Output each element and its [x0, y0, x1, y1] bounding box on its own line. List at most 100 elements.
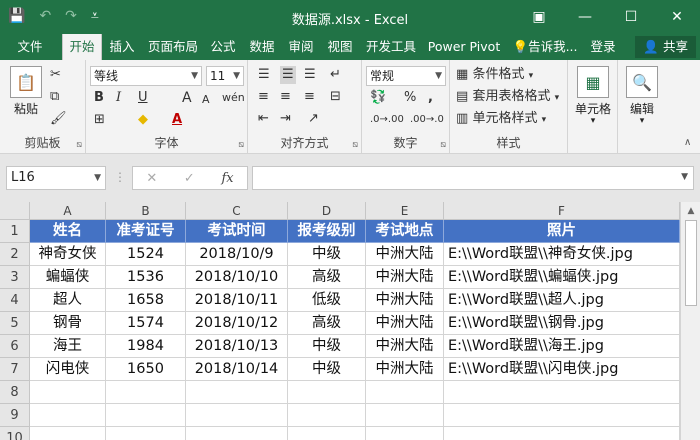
- collapse-ribbon-icon[interactable]: ∧: [684, 134, 691, 152]
- empty-cell[interactable]: [30, 404, 106, 427]
- tab-review[interactable]: 审阅: [284, 34, 318, 60]
- empty-cell[interactable]: [106, 427, 186, 440]
- cancel-icon[interactable]: ✕: [146, 171, 157, 186]
- comma-style-button[interactable]: ,: [428, 89, 433, 107]
- column-header-a[interactable]: A: [30, 202, 106, 220]
- tab-home[interactable]: 开始: [62, 34, 102, 61]
- empty-cell[interactable]: [186, 381, 288, 404]
- grow-font-button[interactable]: A: [182, 89, 192, 107]
- row-header-8[interactable]: 8: [0, 381, 30, 404]
- column-header-d[interactable]: D: [288, 202, 366, 220]
- orientation-icon[interactable]: ↗: [308, 110, 319, 128]
- cell-styles-button[interactable]: ▥ 单元格样式 ▾: [456, 110, 546, 129]
- paste-icon[interactable]: 📋: [10, 66, 42, 98]
- copy-icon[interactable]: ⧉: [50, 88, 59, 106]
- header-cell-level[interactable]: 报考级别: [288, 220, 366, 243]
- cell-name[interactable]: 神奇女侠: [30, 243, 106, 266]
- empty-cell[interactable]: [186, 427, 288, 440]
- cell-exam-time[interactable]: 2018/10/10: [186, 266, 288, 289]
- font-size-select[interactable]: 11 ▼: [206, 66, 244, 86]
- tab-formulas[interactable]: 公式: [206, 34, 240, 60]
- row-header-3[interactable]: 3: [0, 266, 30, 289]
- format-as-table-button[interactable]: ▤ 套用表格格式 ▾: [456, 88, 559, 107]
- cell-photo-path[interactable]: E:\\Word联盟\\闪电侠.jpg: [444, 358, 680, 381]
- header-cell-name[interactable]: 姓名: [30, 220, 106, 243]
- column-header-f[interactable]: F: [444, 202, 680, 220]
- search-icon[interactable]: 🔍: [626, 66, 658, 98]
- cell-name[interactable]: 闪电侠: [30, 358, 106, 381]
- tab-page-layout[interactable]: 页面布局: [144, 34, 202, 60]
- cell-location[interactable]: 中洲大陆: [366, 289, 444, 312]
- underline-button[interactable]: U: [138, 89, 148, 107]
- row-header-10[interactable]: 10: [0, 427, 30, 440]
- select-all-corner[interactable]: [0, 202, 30, 220]
- merge-center-icon[interactable]: ⊟: [330, 88, 341, 106]
- column-header-c[interactable]: C: [186, 202, 288, 220]
- cell-level[interactable]: 高级: [288, 312, 366, 335]
- cell-name[interactable]: 超人: [30, 289, 106, 312]
- cell-level[interactable]: 低级: [288, 289, 366, 312]
- cell-location[interactable]: 中洲大陆: [366, 243, 444, 266]
- cells-icon[interactable]: ▦: [577, 66, 609, 98]
- align-left-icon[interactable]: ≡: [258, 88, 269, 106]
- formula-input[interactable]: ▼: [252, 166, 694, 190]
- cell-exam-time[interactable]: 2018/10/9: [186, 243, 288, 266]
- wrap-text-icon[interactable]: ↵: [330, 66, 341, 84]
- font-color-icon[interactable]: A: [172, 111, 182, 129]
- scroll-up-icon[interactable]: ▲: [681, 206, 700, 216]
- cell-name[interactable]: 钢骨: [30, 312, 106, 335]
- cell-photo-path[interactable]: E:\\Word联盟\\神奇女侠.jpg: [444, 243, 680, 266]
- cell-level[interactable]: 中级: [288, 358, 366, 381]
- editing-button-label[interactable]: 编辑: [618, 100, 666, 117]
- italic-button[interactable]: I: [116, 89, 121, 107]
- row-header-6[interactable]: 6: [0, 335, 30, 358]
- borders-icon[interactable]: ⊞: [94, 111, 105, 129]
- empty-cell[interactable]: [444, 404, 680, 427]
- cell-exam-time[interactable]: 2018/10/12: [186, 312, 288, 335]
- scrollbar-thumb[interactable]: [685, 220, 697, 306]
- header-cell-exam-id[interactable]: 准考证号: [106, 220, 186, 243]
- empty-cell[interactable]: [106, 404, 186, 427]
- align-center-icon[interactable]: ≡: [280, 88, 291, 106]
- cell-exam-id[interactable]: 1536: [106, 266, 186, 289]
- font-name-select[interactable]: 等线 ▼: [90, 66, 202, 86]
- empty-cell[interactable]: [288, 404, 366, 427]
- sign-in-link[interactable]: 登录: [586, 34, 620, 60]
- cell-photo-path[interactable]: E:\\Word联盟\\蝙蝠侠.jpg: [444, 266, 680, 289]
- tab-power-pivot[interactable]: Power Pivot: [424, 34, 504, 60]
- ribbon-display-icon[interactable]: ▣: [516, 0, 562, 34]
- empty-cell[interactable]: [186, 404, 288, 427]
- fill-color-icon[interactable]: ◆: [138, 111, 148, 129]
- cut-icon[interactable]: ✂: [50, 66, 61, 84]
- tab-data[interactable]: 数据: [244, 34, 280, 60]
- cell-photo-path[interactable]: E:\\Word联盟\\钢骨.jpg: [444, 312, 680, 335]
- name-box[interactable]: L16 ▼: [6, 166, 106, 190]
- paste-button-label[interactable]: 粘贴: [8, 100, 44, 117]
- insert-function-icon[interactable]: fx: [221, 171, 233, 186]
- header-cell-photo[interactable]: 照片: [444, 220, 680, 243]
- maximize-icon[interactable]: ☐: [608, 0, 654, 34]
- cell-level[interactable]: 中级: [288, 335, 366, 358]
- percent-button[interactable]: %: [404, 89, 416, 107]
- number-launcher-icon[interactable]: ⧅: [440, 140, 446, 150]
- expand-formula-bar-icon[interactable]: ▼: [681, 172, 688, 182]
- cell-photo-path[interactable]: E:\\Word联盟\\海王.jpg: [444, 335, 680, 358]
- column-header-e[interactable]: E: [366, 202, 444, 220]
- phonetic-icon[interactable]: wén: [222, 89, 245, 107]
- format-painter-icon[interactable]: 🖌: [50, 110, 67, 128]
- increase-indent-icon[interactable]: ⇥: [280, 110, 291, 128]
- cell-location[interactable]: 中洲大陆: [366, 266, 444, 289]
- clipboard-launcher-icon[interactable]: ⧅: [76, 140, 82, 150]
- number-format-select[interactable]: 常规 ▼: [366, 66, 446, 86]
- empty-cell[interactable]: [444, 427, 680, 440]
- column-header-b[interactable]: B: [106, 202, 186, 220]
- empty-cell[interactable]: [288, 381, 366, 404]
- tab-insert[interactable]: 插入: [104, 34, 140, 60]
- align-bottom-icon[interactable]: ☰: [304, 66, 316, 84]
- decrease-indent-icon[interactable]: ⇤: [258, 110, 269, 128]
- enter-icon[interactable]: ✓: [184, 171, 195, 186]
- empty-cell[interactable]: [444, 381, 680, 404]
- empty-cell[interactable]: [366, 427, 444, 440]
- increase-decimal-icon[interactable]: .0→.00: [370, 111, 404, 129]
- tab-developer[interactable]: 开发工具: [362, 34, 420, 60]
